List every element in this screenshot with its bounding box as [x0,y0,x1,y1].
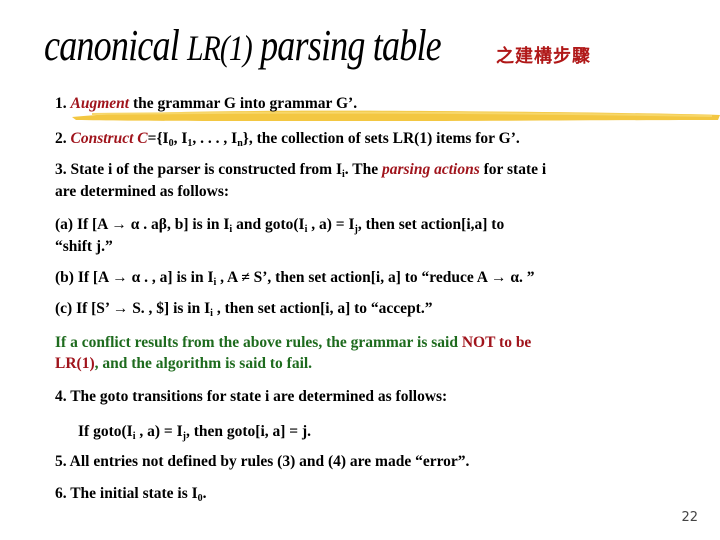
step-4: 4. The goto transitions for state i are … [55,388,448,405]
rule-a: (a) If [A → α . aβ, b] is in Ii and goto… [55,216,505,235]
slide-subtitle-chinese: 之建構步驟 [496,46,591,67]
step-4-goto-rule: If goto(Ii , a) = Ij, then goto[i, a] = … [78,423,312,442]
conflict-note-line-2: LR(1), and the algorithm is said to fail… [55,355,313,372]
slide-title: canonical LR(1) parsing table [44,21,442,70]
keyword-augment: Augment [70,95,130,112]
rule-c: (c) If [S’ → S. , $] is in Ii , then set… [55,300,433,319]
step-3-line-2: are determined as follows: [55,183,230,200]
step-6: 6. The initial state is I0. [55,485,207,504]
rule-b: (b) If [A → α . , a] is in Ii , A ≠ S’, … [55,269,535,288]
page-number: 22 [681,510,698,525]
step-1: 1. Augment the grammar G into grammar G’… [55,95,358,112]
keyword-construct: Construct C [70,130,148,147]
step-5: 5. All entries not defined by rules (3) … [55,453,470,470]
step-3: 3. State i of the parser is constructed … [55,161,547,180]
keyword-parsing-actions: parsing actions [381,161,480,178]
conflict-note: If a conflict results from the above rul… [55,334,532,351]
rule-a-line-2: “shift j.” [55,238,113,255]
step-2: 2. Construct C={I0, I1, . . . , In}, the… [55,130,520,149]
